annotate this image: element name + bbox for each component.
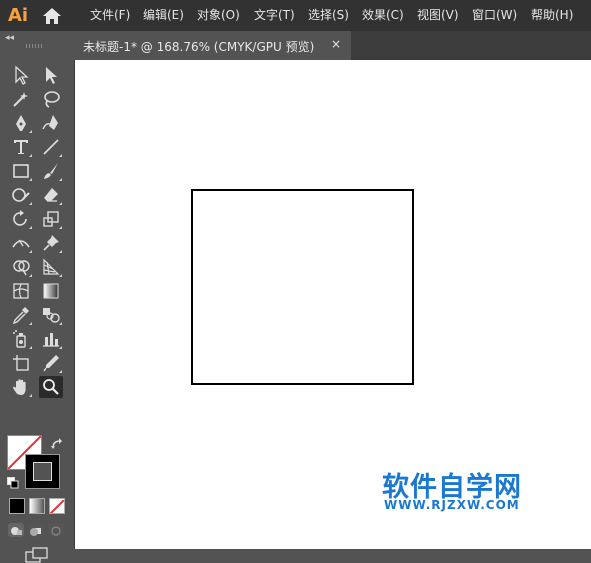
blend-tool[interactable]	[39, 304, 63, 326]
type-t-icon	[14, 140, 28, 154]
eraser-tool[interactable]	[39, 184, 63, 206]
pen-tool[interactable]	[9, 112, 33, 134]
direct-selection-arrow-icon	[46, 67, 57, 84]
color-mode-button[interactable]	[9, 498, 25, 514]
artboard-canvas[interactable]: 软件自学网 WWW.RJZXW.COM	[75, 60, 591, 549]
column-graph-tool[interactable]	[39, 328, 63, 350]
slice-knife-icon	[43, 355, 59, 372]
zoom-magnifier-icon	[43, 379, 59, 395]
perspective-grid-tool[interactable]	[39, 256, 63, 278]
pushpin-icon	[43, 235, 59, 251]
menu-bar: Ai 文件(F) 编辑(E) 对象(O) 文字(T) 选择(S) 效果(C) 视…	[0, 0, 591, 31]
selection-arrow-icon	[15, 65, 29, 85]
document-tab-bar: 未标题-1* @ 168.76% (CMYK/GPU 预览) ×	[74, 31, 591, 60]
magic-wand-icon	[13, 92, 28, 107]
paintbrush-tool[interactable]	[39, 160, 63, 182]
menu-edit[interactable]: 编辑(E)	[143, 7, 184, 23]
watermark-url: WWW.RJZXW.COM	[384, 498, 520, 512]
curvature-pen-icon	[42, 115, 58, 130]
rotate-icon	[13, 210, 27, 226]
direct-selection-tool[interactable]	[39, 64, 63, 86]
type-tool[interactable]	[9, 136, 33, 158]
selection-tool[interactable]	[9, 64, 33, 86]
scale-tool[interactable]	[39, 208, 63, 230]
none-mode-button[interactable]	[49, 498, 65, 514]
pen-nib-icon	[16, 115, 26, 131]
menu-object[interactable]: 对象(O)	[197, 7, 240, 23]
magic-wand-tool[interactable]	[9, 88, 33, 110]
lasso-tool[interactable]	[39, 88, 63, 110]
draw-normal-icon	[11, 527, 22, 535]
document-tab[interactable]: 未标题-1* @ 168.76% (CMYK/GPU 预览) ×	[74, 31, 351, 60]
width-icon	[12, 239, 30, 248]
hand-icon	[13, 379, 26, 395]
symbol-sprayer-tool[interactable]	[9, 328, 33, 350]
default-fill-stroke-icon[interactable]	[7, 477, 19, 489]
menu-window[interactable]: 窗口(W)	[472, 7, 517, 23]
app-logo: Ai	[8, 5, 29, 26]
blend-icon	[43, 308, 60, 323]
draw-normal-button[interactable]	[8, 523, 24, 537]
menu-help[interactable]: 帮助(H)	[531, 7, 573, 23]
column-graph-icon	[43, 333, 59, 347]
gradient-tool[interactable]	[39, 280, 63, 302]
scale-icon	[43, 211, 59, 227]
gradient-mode-button[interactable]	[29, 498, 45, 514]
shaper-tool[interactable]	[9, 184, 33, 206]
draw-inside-icon	[51, 526, 61, 536]
eyedropper-icon	[12, 307, 29, 325]
document-tab-title[interactable]: 未标题-1* @ 168.76% (CMYK/GPU 预览)	[83, 38, 314, 55]
artboard-icon	[13, 355, 29, 371]
swap-fill-stroke-icon[interactable]	[50, 437, 64, 451]
lasso-icon	[44, 91, 60, 108]
tools-panel: ◂◂	[0, 31, 75, 563]
zoom-tool[interactable]	[39, 376, 63, 398]
none-slash-icon	[50, 499, 64, 513]
menu-effect[interactable]: 效果(C)	[362, 7, 404, 23]
mesh-icon	[13, 283, 29, 299]
puppet-warp-tool[interactable]	[39, 232, 63, 254]
draw-inside-button[interactable]	[48, 523, 64, 537]
rotate-tool[interactable]	[9, 208, 33, 230]
rectangle-tool[interactable]	[9, 160, 33, 182]
draw-behind-icon	[30, 528, 41, 536]
gradient-icon	[43, 283, 59, 299]
shape-builder-tool[interactable]	[9, 256, 33, 278]
drawn-rectangle[interactable]	[191, 189, 414, 385]
width-tool[interactable]	[9, 232, 33, 254]
menu-file[interactable]: 文件(F)	[90, 7, 130, 23]
collapse-panel-button[interactable]: ◂◂	[5, 33, 14, 43]
hand-tool[interactable]	[9, 376, 33, 398]
curvature-tool[interactable]	[39, 112, 63, 134]
slice-tool[interactable]	[39, 352, 63, 374]
eraser-icon	[44, 188, 58, 202]
menu-view[interactable]: 视图(V)	[417, 7, 459, 23]
shaper-icon	[12, 188, 30, 202]
home-icon[interactable]	[41, 6, 63, 26]
menu-select[interactable]: 选择(S)	[308, 7, 349, 23]
stroke-swatch-inner	[33, 462, 52, 481]
line-segment-icon	[43, 139, 59, 155]
screen-mode-icon[interactable]	[25, 547, 49, 563]
tab-close-icon[interactable]: ×	[331, 37, 341, 51]
spray-can-icon	[13, 330, 26, 348]
menu-type[interactable]: 文字(T)	[254, 7, 295, 23]
stroke-color-swatch[interactable]	[25, 454, 60, 489]
panel-grip[interactable]	[26, 44, 44, 48]
mesh-tool[interactable]	[9, 280, 33, 302]
eyedropper-tool[interactable]	[9, 304, 33, 326]
line-segment-tool[interactable]	[39, 136, 63, 158]
paintbrush-icon	[44, 163, 58, 179]
rectangle-icon	[13, 164, 29, 178]
shape-builder-icon	[13, 260, 30, 276]
artboard-tool[interactable]	[9, 352, 33, 374]
draw-behind-button[interactable]	[28, 523, 44, 537]
perspective-grid-icon	[43, 258, 60, 275]
